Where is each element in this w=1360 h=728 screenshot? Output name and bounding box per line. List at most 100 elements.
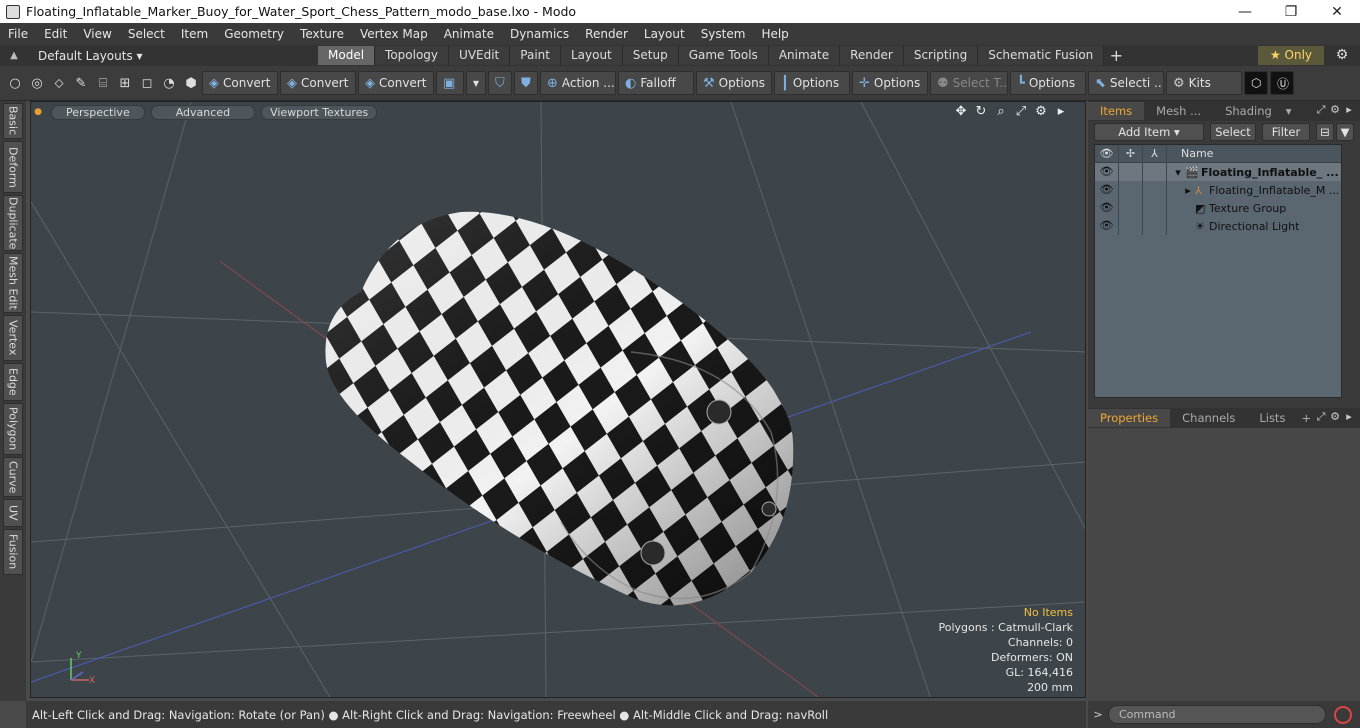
menu-view[interactable]: View (75, 27, 119, 41)
pen-icon[interactable]: ⬦ (48, 71, 70, 95)
list-item[interactable]: 👁 ▸ ⅄ Floating_Inflatable_M ... (1095, 181, 1341, 199)
close-button[interactable]: ✕ (1314, 0, 1360, 23)
expand-arrow-icon[interactable]: ▾ (1171, 166, 1185, 179)
eye-icon[interactable]: 👁 (1095, 163, 1119, 181)
menu-geometry[interactable]: Geometry (216, 27, 292, 41)
filter-button[interactable]: Filter (1262, 123, 1310, 141)
vtab-edge[interactable]: Edge (3, 363, 23, 401)
unity-button[interactable]: ⬡ (1244, 71, 1268, 95)
options-button-3[interactable]: ✛ Options (852, 71, 928, 95)
options-button-4[interactable]: ┗ Options (1010, 71, 1086, 95)
materials-icon[interactable]: ◔ (158, 71, 180, 95)
tab-setup[interactable]: Setup (622, 46, 679, 65)
tab-layout[interactable]: Layout (560, 46, 623, 65)
tab-render[interactable]: Render (840, 46, 904, 65)
expand-icon[interactable]: ⤢ (1314, 410, 1328, 424)
lock-column-icon[interactable]: ✢ (1119, 144, 1143, 163)
advanced-button[interactable]: Advanced (150, 104, 256, 120)
menu-vertex-map[interactable]: Vertex Map (352, 27, 436, 41)
add-item-button[interactable]: Add Item ▾ (1094, 123, 1204, 141)
selecti-button[interactable]: ⬉ Selecti ... (1088, 71, 1164, 95)
convert-button-2[interactable]: ◈ Convert (280, 71, 356, 95)
maximize-button[interactable]: ❐ (1268, 0, 1314, 23)
menu-item[interactable]: Item (173, 27, 216, 41)
vtab-deform[interactable]: Deform (3, 141, 23, 193)
eye-icon[interactable]: 👁 (1095, 181, 1119, 199)
select-vertices-icon[interactable]: ○ (4, 71, 26, 95)
items-icon[interactable]: ◻ (136, 71, 158, 95)
tab-schematic-fusion[interactable]: Schematic Fusion (978, 46, 1105, 65)
action-button[interactable]: ⊕ Action ... (540, 71, 616, 95)
add-tab-button[interactable]: + (1104, 46, 1128, 65)
menu-system[interactable]: System (693, 27, 754, 41)
tabs-dropdown-icon[interactable]: ▾ (1284, 102, 1294, 120)
panel-arrow-icon[interactable]: ▸ (1342, 103, 1356, 117)
tab-channels[interactable]: Channels (1170, 409, 1247, 427)
menu-animate[interactable]: Animate (436, 27, 502, 41)
globe-icon[interactable]: ◎ (26, 71, 48, 95)
list-item[interactable]: 👁 ◩ Texture Group (1095, 199, 1341, 217)
edges-icon[interactable]: ⌸ (92, 71, 114, 95)
record-icon[interactable] (1334, 705, 1352, 724)
shield-icon[interactable]: ⬢ (180, 71, 202, 95)
menu-select[interactable]: Select (120, 27, 173, 41)
tab-properties[interactable]: Properties (1088, 409, 1171, 427)
layout-collapse-icon[interactable]: ▲ (0, 50, 28, 61)
eye-icon[interactable]: 👁 (1095, 199, 1119, 217)
viewport-arrow-icon[interactable]: ▸ (1051, 104, 1071, 119)
collapse-arrow-icon[interactable]: ▸ (1181, 184, 1195, 197)
item-list-scrollbar[interactable] (1343, 145, 1355, 399)
tab-scripting[interactable]: Scripting (903, 46, 979, 65)
tab-uvedit[interactable]: UVEdit (449, 46, 511, 65)
list-item[interactable]: 👁 ▾ 🎬 Floating_Inflatable_ ... (1095, 163, 1341, 181)
falloff-button[interactable]: ◐ Falloff (618, 71, 694, 95)
dropdown-button[interactable]: ▾ (466, 71, 486, 95)
command-input[interactable]: Command (1108, 705, 1326, 724)
brush-icon[interactable]: ✎ (70, 71, 92, 95)
pan-icon[interactable]: ✥ (951, 104, 971, 119)
viewport-menu-dot[interactable]: ● (31, 107, 45, 117)
select-button[interactable]: Select (1210, 123, 1256, 141)
tab-topology[interactable]: Topology (375, 46, 450, 65)
panel-gear-icon[interactable]: ⚙ (1328, 103, 1342, 117)
expand-icon[interactable]: ⤢ (1314, 103, 1328, 117)
options-button-1[interactable]: ⚒ Options (696, 71, 772, 95)
panel-gear-icon[interactable]: ⚙ (1328, 410, 1342, 424)
vtab-mesh-edit[interactable]: Mesh Edit (3, 253, 23, 313)
convert-button-1[interactable]: ◈ Convert (202, 71, 278, 95)
funnel-icon[interactable]: ▼ (1336, 123, 1354, 141)
menu-render[interactable]: Render (577, 27, 636, 41)
gear-icon[interactable]: ⚙ (1332, 46, 1352, 65)
unreal-button[interactable]: Ⓤ (1270, 71, 1294, 95)
menu-help[interactable]: Help (753, 27, 796, 41)
vtab-curve[interactable]: Curve (3, 457, 23, 497)
tab-paint[interactable]: Paint (510, 46, 561, 65)
menu-file[interactable]: File (0, 27, 36, 41)
options-button-2[interactable]: ┃ Options (774, 71, 850, 95)
collapse-icon[interactable]: ⊟ (1316, 123, 1334, 141)
maximize-viewport-icon[interactable]: ⤢ (1011, 104, 1031, 119)
layout-select[interactable]: Default Layouts ▾ (28, 49, 318, 63)
menu-dynamics[interactable]: Dynamics (502, 27, 577, 41)
vtab-polygon[interactable]: Polygon (3, 403, 23, 455)
3d-viewport[interactable]: Y X ● Perspective Advanced Viewport Text… (30, 101, 1086, 698)
tab-model[interactable]: Model (318, 46, 376, 65)
tab-shading[interactable]: Shading (1213, 102, 1284, 120)
add-tab-icon[interactable]: + (1297, 409, 1315, 427)
name-column-header[interactable]: Name (1167, 147, 1213, 160)
minimize-button[interactable]: — (1222, 0, 1268, 23)
type-column-icon[interactable]: ⅄ (1143, 144, 1167, 163)
viewport-gear-icon[interactable]: ⚙ (1031, 104, 1051, 119)
zoom-icon[interactable]: ⌕ (991, 104, 1011, 119)
list-item[interactable]: 👁 ☀ Directional Light (1095, 217, 1341, 235)
viewport-textures-button[interactable]: Viewport Textures (261, 104, 378, 120)
vtab-fusion[interactable]: Fusion (3, 529, 23, 575)
eye-icon[interactable]: 👁 (1095, 217, 1119, 235)
tab-items[interactable]: Items (1088, 102, 1145, 120)
tab-lists[interactable]: Lists (1247, 409, 1297, 427)
menu-edit[interactable]: Edit (36, 27, 75, 41)
convert-button-3[interactable]: ◈ Convert (358, 71, 434, 95)
cube-button[interactable]: ▣ (436, 71, 464, 95)
vtab-vertex[interactable]: Vertex (3, 315, 23, 361)
menu-texture[interactable]: Texture (292, 27, 352, 41)
